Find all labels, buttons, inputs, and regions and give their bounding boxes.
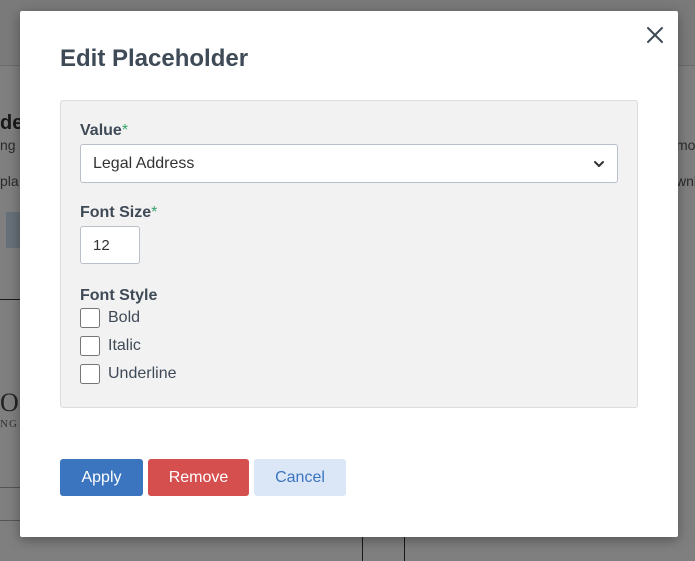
chevron-down-icon bbox=[594, 161, 604, 167]
font-size-label: Font Size* bbox=[80, 204, 158, 221]
dialog-title: Edit Placeholder bbox=[60, 45, 249, 72]
value-label: Value* bbox=[80, 122, 129, 139]
font-size-input[interactable] bbox=[80, 226, 140, 264]
value-select-text: Legal Address bbox=[93, 155, 195, 172]
edit-placeholder-dialog: Edit Placeholder Value* Legal Address Fo… bbox=[20, 11, 678, 537]
underline-label: Underline bbox=[108, 365, 177, 382]
value-select[interactable]: Legal Address bbox=[80, 144, 618, 183]
remove-button[interactable]: Remove bbox=[148, 459, 249, 496]
bold-option[interactable]: Bold bbox=[80, 308, 140, 328]
italic-label: Italic bbox=[108, 337, 141, 354]
bold-checkbox[interactable] bbox=[80, 308, 100, 328]
underline-option[interactable]: Underline bbox=[80, 364, 176, 384]
font-style-label: Font Style bbox=[80, 287, 158, 304]
close-button[interactable] bbox=[642, 22, 668, 48]
italic-checkbox[interactable] bbox=[80, 336, 100, 356]
italic-option[interactable]: Italic bbox=[80, 336, 141, 356]
placeholder-form-panel: Value* Legal Address Font Size* Font Sty… bbox=[60, 100, 638, 408]
required-mark: * bbox=[151, 204, 158, 221]
bold-label: Bold bbox=[108, 309, 141, 326]
close-icon bbox=[647, 27, 663, 43]
apply-button[interactable]: Apply bbox=[60, 459, 143, 496]
cancel-button[interactable]: Cancel bbox=[254, 459, 346, 496]
underline-checkbox[interactable] bbox=[80, 364, 100, 384]
required-mark: * bbox=[121, 122, 129, 139]
